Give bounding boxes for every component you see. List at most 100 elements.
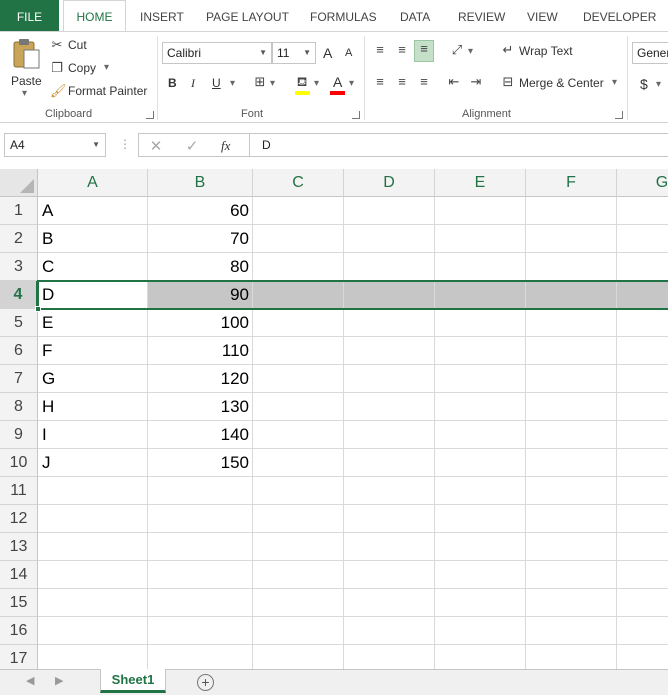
cell-g6[interactable] — [617, 337, 668, 365]
cell-g14[interactable] — [617, 561, 668, 589]
align-middle-icon[interactable]: ≡ — [394, 42, 410, 57]
borders-icon[interactable]: ⊞ — [252, 74, 268, 90]
tab-home[interactable]: HOME — [63, 0, 126, 31]
cell-c5[interactable] — [253, 309, 344, 337]
cell-f15[interactable] — [526, 589, 617, 617]
bold-button[interactable]: B — [168, 76, 177, 90]
align-top-icon[interactable]: ≡ — [372, 42, 388, 57]
cell-g17[interactable] — [617, 645, 668, 669]
cell-c15[interactable] — [253, 589, 344, 617]
row-header-3[interactable]: 3 — [0, 253, 38, 281]
cell-g9[interactable] — [617, 421, 668, 449]
tab-insert[interactable]: INSERT — [140, 0, 184, 31]
cell-e14[interactable] — [435, 561, 526, 589]
cell-b10[interactable]: 150 — [148, 449, 253, 477]
cell-c2[interactable] — [253, 225, 344, 253]
cancel-icon[interactable]: ✕ — [148, 137, 164, 155]
cell-a7[interactable]: G — [38, 365, 148, 393]
cell-a12[interactable] — [38, 505, 148, 533]
tab-file[interactable]: FILE — [0, 0, 59, 31]
select-all-button[interactable] — [0, 169, 38, 197]
cell-g12[interactable] — [617, 505, 668, 533]
cell-a15[interactable] — [38, 589, 148, 617]
cell-d16[interactable] — [344, 617, 435, 645]
cell-b2[interactable]: 70 — [148, 225, 253, 253]
cell-d5[interactable] — [344, 309, 435, 337]
cell-a6[interactable]: F — [38, 337, 148, 365]
cell-f10[interactable] — [526, 449, 617, 477]
row-header-12[interactable]: 12 — [0, 505, 38, 533]
decrease-indent-icon[interactable]: ⇤ — [446, 74, 462, 90]
insert-function-button[interactable]: fx — [221, 138, 230, 154]
cell-d2[interactable] — [344, 225, 435, 253]
cell-e6[interactable] — [435, 337, 526, 365]
cell-f2[interactable] — [526, 225, 617, 253]
merge-center-button[interactable]: ⊟ Merge & Center ▾ — [500, 74, 625, 94]
cell-d4[interactable] — [344, 281, 435, 309]
column-header-f[interactable]: F — [526, 169, 617, 197]
shrink-font-button[interactable]: A — [345, 47, 352, 59]
cell-g10[interactable] — [617, 449, 668, 477]
cell-b13[interactable] — [148, 533, 253, 561]
cell-c16[interactable] — [253, 617, 344, 645]
cell-b14[interactable] — [148, 561, 253, 589]
row-header-9[interactable]: 9 — [0, 421, 38, 449]
cell-g3[interactable] — [617, 253, 668, 281]
borders-dropdown-icon[interactable]: ▾ — [270, 78, 275, 89]
cell-a5[interactable]: E — [38, 309, 148, 337]
tab-page-layout[interactable]: PAGE LAYOUT — [206, 0, 289, 31]
cell-f12[interactable] — [526, 505, 617, 533]
formula-input[interactable]: D — [250, 133, 668, 157]
cell-f14[interactable] — [526, 561, 617, 589]
tab-developer[interactable]: DEVELOPER — [583, 0, 656, 31]
scroll-left-icon[interactable]: ◀ — [26, 674, 34, 687]
cell-e17[interactable] — [435, 645, 526, 669]
row-header-2[interactable]: 2 — [0, 225, 38, 253]
cell-c7[interactable] — [253, 365, 344, 393]
cell-g16[interactable] — [617, 617, 668, 645]
underline-dropdown-icon[interactable]: ▾ — [230, 78, 235, 89]
cell-f4[interactable] — [526, 281, 617, 309]
scroll-right-icon[interactable]: ▶ — [55, 674, 63, 687]
cell-c9[interactable] — [253, 421, 344, 449]
cell-b5[interactable]: 100 — [148, 309, 253, 337]
cell-f3[interactable] — [526, 253, 617, 281]
cell-b9[interactable]: 140 — [148, 421, 253, 449]
row-header-6[interactable]: 6 — [0, 337, 38, 365]
copy-button[interactable]: ❐ Copy ▾ — [50, 60, 120, 78]
cut-button[interactable]: ✂ Cut — [50, 37, 110, 55]
cell-e1[interactable] — [435, 197, 526, 225]
add-sheet-icon[interactable]: + — [197, 674, 214, 691]
cell-d8[interactable] — [344, 393, 435, 421]
cell-f11[interactable] — [526, 477, 617, 505]
row-header-4[interactable]: 4 — [0, 281, 38, 309]
cell-e16[interactable] — [435, 617, 526, 645]
cell-a4[interactable]: D — [38, 281, 148, 309]
cell-b17[interactable] — [148, 645, 253, 669]
cell-c12[interactable] — [253, 505, 344, 533]
row-header-15[interactable]: 15 — [0, 589, 38, 617]
worksheet-grid[interactable]: A B C D E F G 1 A 60 2 B 70 3 C 80 4 D 90 5 E 100 6 F 110 7 G 120 8 H… — [0, 169, 668, 669]
cell-d13[interactable] — [344, 533, 435, 561]
cell-a8[interactable]: H — [38, 393, 148, 421]
cell-d3[interactable] — [344, 253, 435, 281]
currency-format-button[interactable]: $ — [640, 76, 648, 92]
row-header-5[interactable]: 5 — [0, 309, 38, 337]
font-launcher-icon[interactable] — [352, 111, 360, 119]
cell-c17[interactable] — [253, 645, 344, 669]
cell-f5[interactable] — [526, 309, 617, 337]
cell-a11[interactable] — [38, 477, 148, 505]
cell-a13[interactable] — [38, 533, 148, 561]
cell-e13[interactable] — [435, 533, 526, 561]
cell-c10[interactable] — [253, 449, 344, 477]
cell-b1[interactable]: 60 — [148, 197, 253, 225]
sheet-tab-sheet1[interactable]: Sheet1 — [100, 669, 166, 693]
row-header-11[interactable]: 11 — [0, 477, 38, 505]
enter-check-icon[interactable]: ✓ — [184, 137, 200, 155]
cell-e15[interactable] — [435, 589, 526, 617]
cell-g4[interactable] — [617, 281, 668, 309]
number-format-select[interactable]: Gener — [632, 42, 668, 64]
cell-d7[interactable] — [344, 365, 435, 393]
cell-c1[interactable] — [253, 197, 344, 225]
row-header-13[interactable]: 13 — [0, 533, 38, 561]
